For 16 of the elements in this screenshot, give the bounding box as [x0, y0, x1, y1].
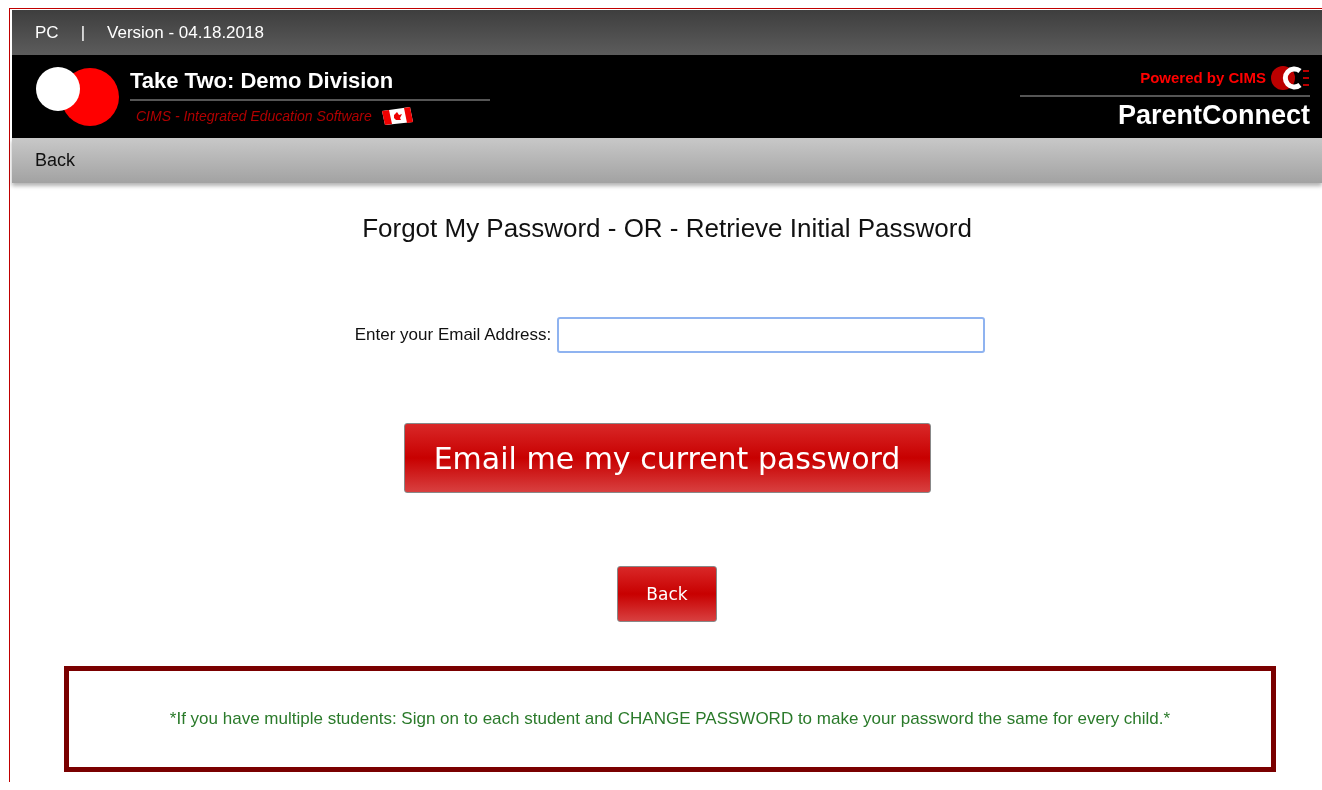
- division-title: Take Two: Demo Division: [130, 67, 490, 101]
- page-title: Forgot My Password - OR - Retrieve Initial Password: [362, 213, 972, 244]
- tagline-text: CIMS - Integrated Education Software: [136, 107, 372, 124]
- back-link[interactable]: Back: [35, 150, 76, 171]
- email-field[interactable]: [557, 317, 986, 353]
- platform-label: PC: [35, 22, 59, 43]
- email-label: Enter your Email Address:: [354, 325, 552, 345]
- powered-by-text: Powered by CIMS: [1140, 69, 1266, 86]
- separator-text: |: [80, 22, 86, 43]
- product-name: ParentConnect: [1117, 98, 1310, 131]
- circles-logo-icon: [34, 66, 120, 127]
- back-button[interactable]: Back: [617, 566, 717, 622]
- version-label: Version - 04.18.2018: [107, 22, 264, 43]
- flag-icon: [379, 105, 414, 126]
- notice-text: *If you have multiple students: Sign on to each student and CHANGE PASSWORD to make your password the same for every child.*: [169, 709, 1171, 729]
- email-password-button[interactable]: Email me my current password: [403, 423, 931, 493]
